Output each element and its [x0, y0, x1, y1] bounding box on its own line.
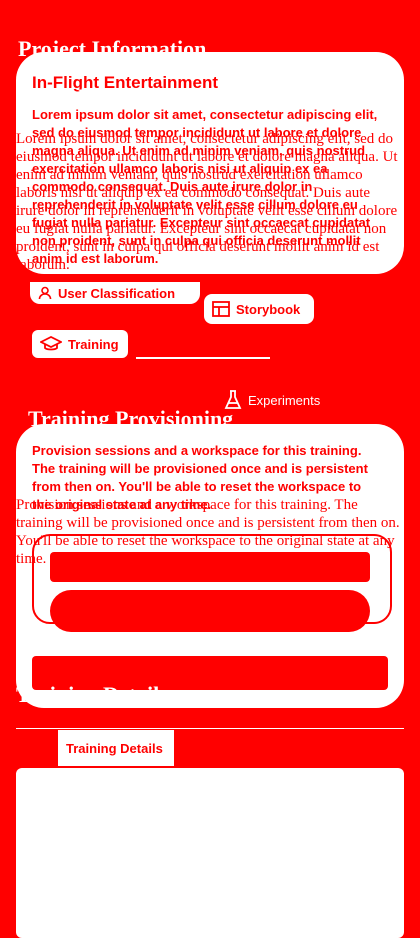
experiments-link[interactable]: Experiments — [224, 390, 320, 410]
graduation-cap-icon — [40, 336, 62, 352]
experiments-label: Experiments — [248, 392, 321, 408]
project-card-title: In-Flight Entertainment — [32, 73, 219, 92]
training-label: Training — [68, 336, 119, 352]
user-classification-icon — [38, 286, 52, 300]
storybook-label: Storybook — [236, 301, 301, 317]
provision-button-outline[interactable] — [50, 552, 370, 582]
training-details-card — [16, 768, 404, 938]
reset-workspace-button[interactable] — [50, 590, 370, 632]
project-card-description: Lorem ipsum dolor sit amet, consectetur … — [32, 107, 378, 266]
training-details-heading: Training Details — [16, 682, 168, 707]
training-details-tab-label: Training Details — [66, 740, 163, 756]
storybook-icon — [212, 301, 230, 317]
training-details-tab[interactable]: Training Details — [58, 730, 174, 766]
storybook-link[interactable]: Storybook — [204, 294, 314, 324]
provisioning-card: Provision sessions and a workspace for t… — [16, 424, 404, 708]
training-link[interactable]: Training — [32, 330, 128, 358]
project-card: In-Flight Entertainment Lorem ipsum dolo… — [16, 52, 404, 274]
user-classification-link[interactable]: User Classification — [30, 282, 200, 304]
user-classification-label: User Classification — [58, 285, 176, 301]
training-underline — [136, 357, 270, 359]
